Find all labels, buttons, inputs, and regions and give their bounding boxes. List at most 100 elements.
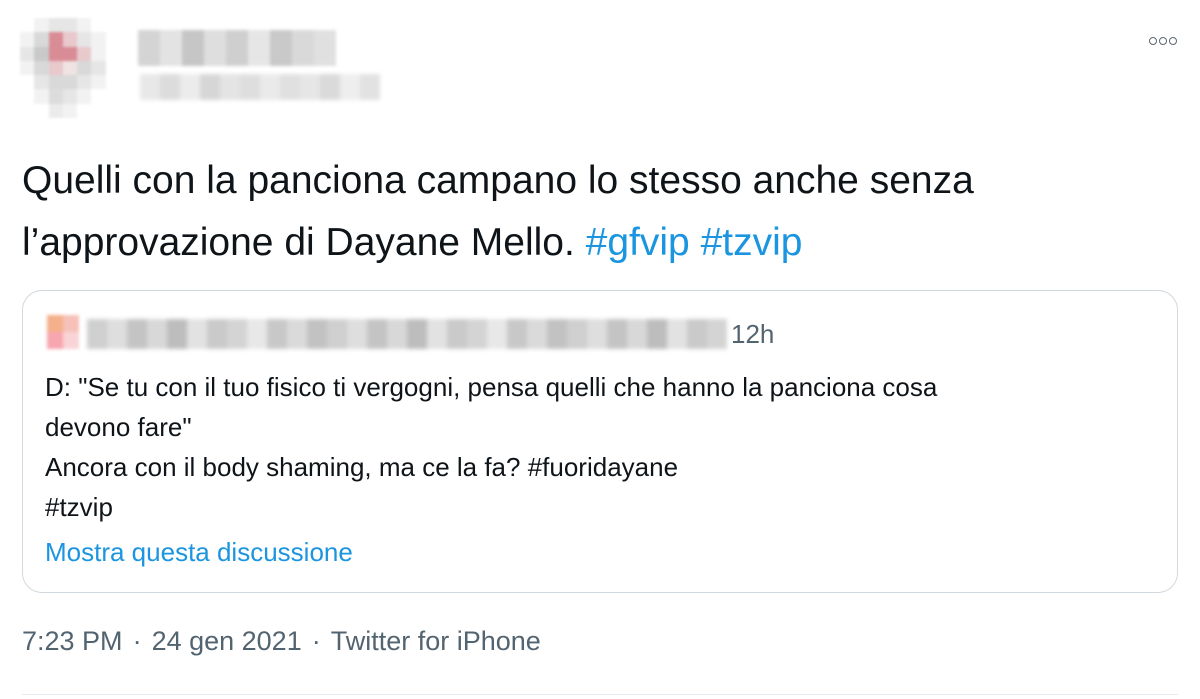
avatar-pixel — [77, 32, 92, 47]
tweet-time[interactable]: 7:23 PM — [22, 626, 123, 656]
redacted-pixel — [87, 319, 107, 349]
redacted-pixel — [547, 319, 567, 349]
redacted-pixel — [160, 74, 180, 100]
avatar-pixel — [77, 18, 92, 33]
redacted-pixel — [327, 319, 347, 349]
avatar-pixel — [34, 32, 49, 47]
avatar-pixel — [20, 75, 35, 90]
avatar-pixel — [77, 75, 92, 90]
redacted-pixel — [280, 74, 300, 100]
redacted-pixel — [127, 319, 147, 349]
redacted-pixel — [687, 319, 707, 349]
redacted-pixel — [167, 319, 187, 349]
meta-separator: · — [311, 626, 321, 656]
avatar-pixel — [48, 32, 63, 47]
redacted-pixel — [200, 74, 220, 100]
redacted-pixel — [587, 319, 607, 349]
redacted-pixel — [347, 319, 367, 349]
avatar-pixel — [34, 89, 49, 104]
avatar-pixel — [48, 103, 63, 118]
redacted-pixel — [160, 30, 182, 66]
avatar-pixel — [62, 60, 78, 76]
redacted-pixel — [487, 319, 507, 349]
redacted-pixel — [248, 30, 270, 66]
show-thread-link[interactable]: Mostra questa discussione — [45, 537, 353, 568]
redacted-pixel — [667, 319, 687, 349]
tweet-text-line1: Quelli con la panciona campano lo stesso… — [22, 159, 974, 202]
redacted-pixel — [226, 30, 248, 66]
redacted-pixel — [247, 319, 267, 349]
redacted-pixel — [527, 319, 547, 349]
redacted-pixel — [627, 319, 647, 349]
avatar-pixel — [105, 18, 120, 33]
tweet-date[interactable]: 24 gen 2021 — [152, 626, 302, 656]
redacted-pixel — [340, 74, 360, 100]
avatar-pixel — [105, 46, 120, 61]
redacted-pixel — [607, 319, 627, 349]
redacted-pixel — [427, 319, 447, 349]
redacted-pixel — [292, 30, 314, 66]
avatar-pixel — [105, 103, 120, 118]
avatar-pixel — [47, 332, 63, 349]
quoted-tweet[interactable]: 12h D: "Se tu con il tuo fisico ti vergo… — [22, 290, 1178, 593]
redacted-pixel — [180, 74, 200, 100]
avatar-pixel — [34, 103, 49, 118]
redacted-pixel — [107, 319, 127, 349]
redacted-pixel — [647, 319, 667, 349]
meta-separator: · — [132, 626, 142, 656]
redacted-pixel — [300, 74, 320, 100]
avatar-pixel — [77, 46, 92, 61]
avatar-pixel — [91, 46, 106, 61]
avatar-pixel — [20, 46, 35, 61]
tweet-text: Quelli con la panciona campano lo stesso… — [22, 150, 1182, 274]
quoted-tweet-time[interactable]: 12h — [731, 319, 774, 350]
quoted-author-name-redacted[interactable] — [87, 319, 727, 349]
avatar-pixel — [62, 18, 78, 33]
redacted-pixel — [140, 74, 160, 100]
avatar-pixel — [91, 60, 106, 76]
hashtag-tzvip[interactable]: #tzvip — [701, 221, 803, 264]
avatar-pixel — [62, 46, 78, 61]
avatar-pixel — [47, 315, 63, 332]
redacted-pixel — [270, 30, 292, 66]
avatar-pixel — [34, 60, 49, 76]
avatar-pixel — [77, 89, 92, 104]
hashtag-gfvip[interactable]: #gfvip — [586, 221, 690, 264]
avatar-pixel — [77, 103, 92, 118]
redacted-pixel — [314, 30, 336, 66]
avatar-pixel — [34, 18, 49, 33]
avatar-pixel — [91, 103, 106, 118]
avatar-pixel — [20, 89, 35, 104]
redacted-pixel — [320, 74, 340, 100]
author-name-redacted[interactable] — [138, 30, 336, 66]
avatar-pixel — [62, 103, 78, 118]
redacted-pixel — [287, 319, 307, 349]
avatar-pixel — [91, 75, 106, 90]
redacted-pixel — [182, 30, 204, 66]
redacted-pixel — [567, 319, 587, 349]
quoted-author-avatar[interactable] — [47, 315, 79, 349]
avatar-pixel — [77, 60, 92, 76]
redacted-pixel — [507, 319, 527, 349]
redacted-pixel — [707, 319, 727, 349]
tweet-source[interactable]: Twitter for iPhone — [331, 626, 541, 656]
redacted-pixel — [267, 319, 287, 349]
avatar-pixel — [91, 18, 106, 33]
redacted-pixel — [360, 74, 380, 100]
redacted-pixel — [227, 319, 247, 349]
redacted-pixel — [467, 319, 487, 349]
more-dot — [1159, 37, 1167, 46]
more-options-button[interactable] — [1148, 30, 1178, 50]
avatar-pixel — [63, 332, 79, 349]
tweet: Quelli con la panciona campano lo stesso… — [0, 0, 1200, 699]
author-handle-redacted[interactable] — [140, 74, 380, 100]
author-avatar[interactable] — [20, 18, 120, 118]
quoted-tweet-text: D: "Se tu con il tuo fisico ti vergogni,… — [45, 372, 938, 522]
avatar-pixel — [91, 32, 106, 47]
avatar-pixel — [62, 89, 78, 104]
avatar-pixel — [48, 18, 63, 33]
redacted-pixel — [307, 319, 327, 349]
avatar-pixel — [48, 89, 63, 104]
redacted-pixel — [447, 319, 467, 349]
avatar-pixel — [20, 60, 35, 76]
